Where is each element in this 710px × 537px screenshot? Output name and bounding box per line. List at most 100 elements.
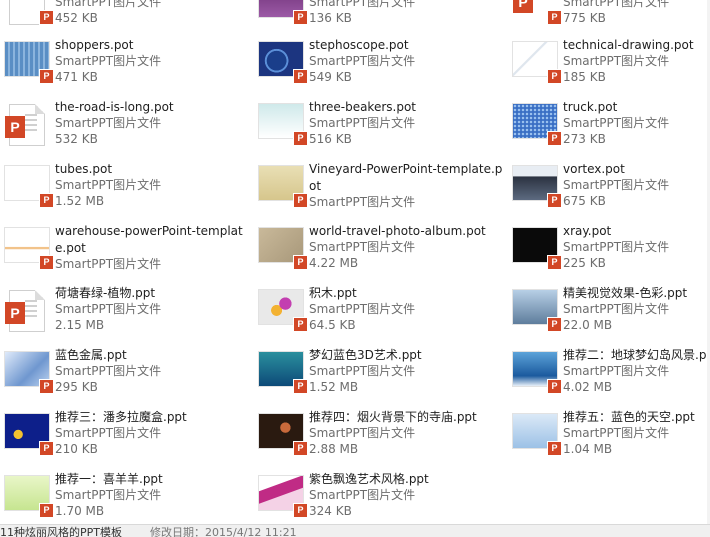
file-thumbnail: P xyxy=(513,352,562,394)
file-type: SmartPPT图片文件 xyxy=(563,426,670,440)
file-item[interactable]: Pshoppers.pot SmartPPT图片文件 471 KB xyxy=(0,38,250,94)
file-type: SmartPPT图片文件 xyxy=(55,178,162,192)
file-item[interactable]: P 推荐一：喜羊羊.ppt SmartPPT图片文件 1.70 MB xyxy=(0,472,250,524)
file-thumbnail: P xyxy=(5,104,49,146)
ppt-file-icon: P xyxy=(547,379,562,394)
file-item[interactable]: P Vineyard-PowerPoint-template.pot SmartPP… xyxy=(254,162,504,218)
file-size: 225 KB xyxy=(563,256,606,270)
file-type: SmartPPT图片文件 xyxy=(309,364,416,378)
file-name: xray.pot xyxy=(563,224,612,238)
ppt-file-icon: P xyxy=(39,10,54,25)
file-thumbnail: P xyxy=(5,290,49,332)
file-name: 推荐二：地球梦幻岛风景.ppt xyxy=(563,348,710,362)
file-name: the-road-is-long.pot xyxy=(55,100,174,114)
file-size: 185 KB xyxy=(563,70,606,84)
file-item[interactable]: P 积木.ppt SmartPPT图片文件 64.5 KB xyxy=(254,286,504,342)
file-thumbnail: P xyxy=(513,228,562,270)
file-thumbnail: P xyxy=(259,42,308,84)
ppt-file-icon: P xyxy=(293,69,308,84)
file-thumbnail: P xyxy=(5,228,54,270)
file-name: 荷塘春绿-植物.ppt xyxy=(55,286,156,300)
file-item[interactable]: P 荷塘春绿-植物.ppt SmartPPT图片文件 2.15 MB xyxy=(0,286,250,342)
ppt-file-icon: P xyxy=(293,10,308,25)
file-size: 2.88 MB xyxy=(309,442,359,456)
file-name: 推荐四：烟火背景下的寺庙.ppt xyxy=(309,410,477,424)
file-thumbnail: P xyxy=(259,414,308,456)
status-modified-date: 修改日期：2015/4/12 11:21 xyxy=(150,526,297,537)
file-name: 蓝色金属.ppt xyxy=(55,348,127,362)
file-thumbnail: P xyxy=(259,228,308,270)
file-item[interactable]: P 梦幻蓝色3D艺术.ppt SmartPPT图片文件 1.52 MB xyxy=(254,348,504,404)
file-size: 22.0 MB xyxy=(563,318,613,332)
file-name: vortex.pot xyxy=(563,162,625,176)
ppt-file-icon: P xyxy=(39,441,54,456)
file-item[interactable]: P 推荐二：地球梦幻岛风景.ppt SmartPPT图片文件 4.02 MB xyxy=(508,348,710,404)
file-item[interactable]: Pthe-road-is-long.pot SmartPPT图片文件 532 KB xyxy=(0,100,250,156)
file-name: shoppers.pot xyxy=(55,38,134,52)
file-item[interactable]: Pwarehouse-powerPoint-template.pot SmartP… xyxy=(0,224,250,280)
file-type: SmartPPT图片文件 xyxy=(55,426,162,440)
file-type: SmartPPT图片文件 xyxy=(563,178,670,192)
file-item-partial-3[interactable]: P P SmartPPT图片文件 775 KB xyxy=(508,0,710,35)
file-item[interactable]: Pthree-beakers.pot SmartPPT图片文件 516 KB xyxy=(254,100,504,156)
file-item[interactable]: Ptruck.pot SmartPPT图片文件 273 KB xyxy=(508,100,710,156)
file-item[interactable]: P 推荐五：蓝色的天空.ppt SmartPPT图片文件 1.04 MB xyxy=(508,410,710,466)
file-type: SmartPPT图片文件 xyxy=(563,364,670,378)
file-type: SmartPPT图片文件 xyxy=(563,302,670,316)
file-item-partial-1[interactable]: P SmartPPT图片文件 452 KB xyxy=(0,0,250,35)
file-size: 210 KB xyxy=(55,442,98,456)
file-item[interactable]: P 推荐三：潘多拉魔盒.ppt SmartPPT图片文件 210 KB xyxy=(0,410,250,466)
file-item[interactable]: Pxray.pot SmartPPT图片文件 225 KB xyxy=(508,224,710,280)
file-type: SmartPPT图片文件 xyxy=(309,240,416,254)
file-thumbnail: P xyxy=(513,104,562,146)
file-item[interactable]: P 推荐四：烟火背景下的寺庙.ppt SmartPPT图片文件 2.88 MB xyxy=(254,410,504,466)
file-name: truck.pot xyxy=(563,100,618,114)
file-name: world-travel-photo-album.pot xyxy=(309,224,486,238)
file-name: 紫色飘逸艺术风格.ppt xyxy=(309,472,429,486)
ppt-file-icon: P xyxy=(293,255,308,270)
file-thumbnail: P xyxy=(5,352,54,394)
file-name: 推荐一：喜羊羊.ppt xyxy=(55,472,163,486)
file-name: three-beakers.pot xyxy=(309,100,416,114)
file-item[interactable]: Ptubes.pot SmartPPT图片文件 1.52 MB xyxy=(0,162,250,218)
file-thumbnail: P xyxy=(5,42,54,84)
file-size: 452 KB xyxy=(55,11,98,25)
ppt-file-icon: P xyxy=(39,69,54,84)
file-name: 推荐三：潘多拉魔盒.ppt xyxy=(55,410,187,424)
ppt-file-icon: P xyxy=(547,317,562,332)
ppt-file-icon: P xyxy=(293,379,308,394)
ppt-file-icon: P xyxy=(39,193,54,208)
file-type: SmartPPT图片文件 xyxy=(55,257,162,271)
ppt-file-icon: P xyxy=(547,10,562,25)
file-thumbnail: P xyxy=(513,166,562,208)
file-type: SmartPPT图片文件 xyxy=(309,488,416,502)
file-size: 532 KB xyxy=(55,132,98,146)
file-size: 675 KB xyxy=(563,194,606,208)
file-size: 1.52 MB xyxy=(55,194,105,208)
file-item[interactable]: Pstephoscope.pot SmartPPT图片文件 549 KB xyxy=(254,38,504,94)
file-type: SmartPPT图片文件 xyxy=(563,54,670,68)
ppt-file-icon: P xyxy=(547,69,562,84)
file-type: SmartPPT图片文件 xyxy=(309,116,416,130)
file-size: 273 KB xyxy=(563,132,606,146)
file-thumbnail: P xyxy=(259,104,308,146)
file-type: SmartPPT图片文件 xyxy=(563,116,670,130)
status-bar: 11种炫丽风格的PPT模板 修改日期：2015/4/12 11:21 xyxy=(0,524,710,537)
file-item[interactable]: Ptechnical-drawing.pot SmartPPT图片文件 185 KB xyxy=(508,38,710,94)
file-thumbnail: P xyxy=(259,290,308,332)
file-type: SmartPPT图片文件 xyxy=(309,302,416,316)
file-type: SmartPPT图片文件 xyxy=(55,364,162,378)
file-name: 梦幻蓝色3D艺术.ppt xyxy=(309,348,422,362)
file-thumbnail: P xyxy=(5,0,54,25)
file-item[interactable]: Pworld-travel-photo-album.pot SmartPPT图片文… xyxy=(254,224,504,280)
file-type: SmartPPT图片文件 xyxy=(563,240,670,254)
file-thumbnail: P xyxy=(5,414,54,456)
file-item[interactable]: Pvortex.pot SmartPPT图片文件 675 KB xyxy=(508,162,710,218)
file-item[interactable]: P 精美视觉效果-色彩.ppt SmartPPT图片文件 22.0 MB xyxy=(508,286,710,342)
file-item[interactable]: P 紫色飘逸艺术风格.ppt SmartPPT图片文件 324 KB xyxy=(254,472,504,524)
file-item[interactable]: P 蓝色金属.ppt SmartPPT图片文件 295 KB xyxy=(0,348,250,404)
file-item-partial-2[interactable]: P SmartPPT图片文件 136 KB xyxy=(254,0,504,35)
file-size: 4.22 MB xyxy=(309,256,359,270)
file-size: 471 KB xyxy=(55,70,98,84)
file-name: technical-drawing.pot xyxy=(563,38,694,52)
